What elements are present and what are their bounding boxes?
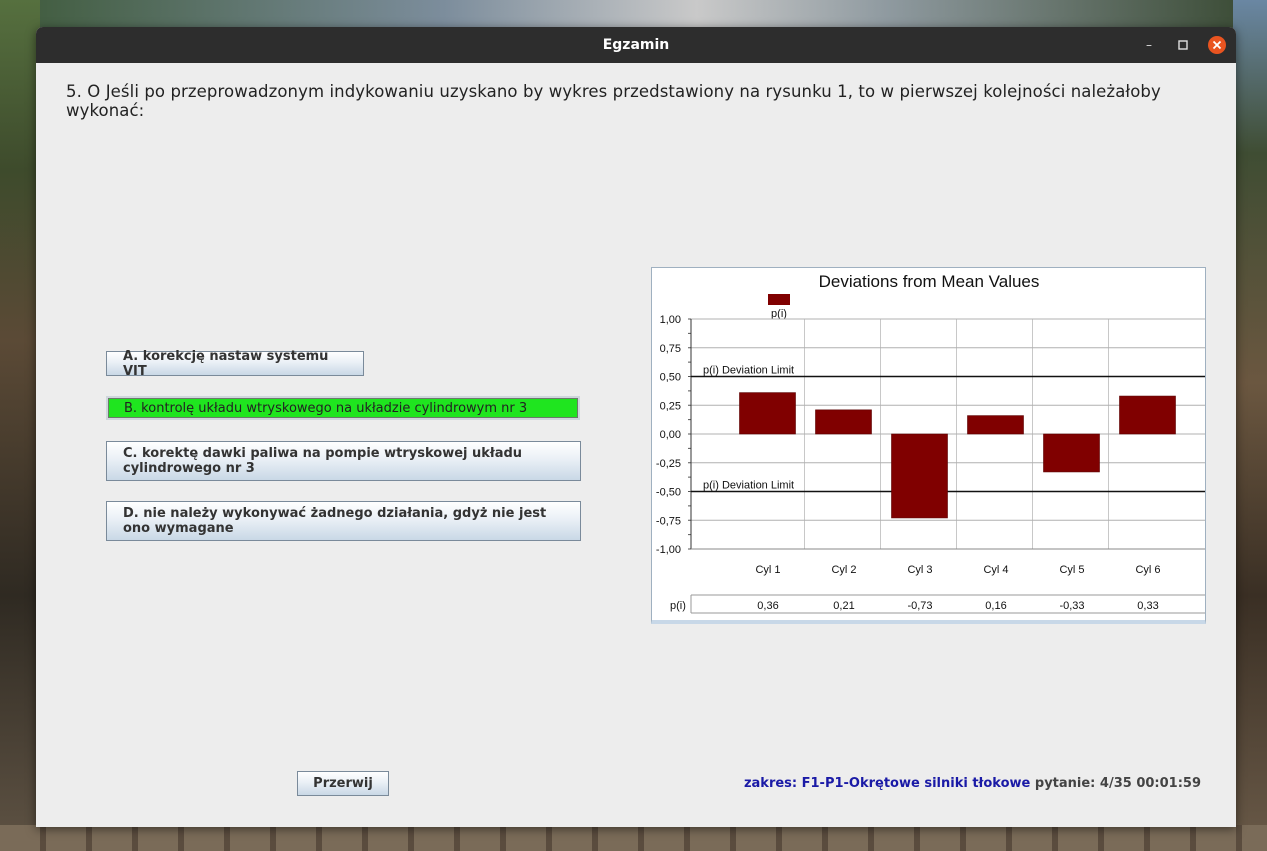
legend-swatch bbox=[768, 294, 790, 305]
y-tick-label: -0,25 bbox=[656, 458, 681, 470]
exam-window: Egzamin – 5. O Jeśli po przeprowadzonym … bbox=[36, 27, 1236, 827]
close-x-icon bbox=[1212, 40, 1222, 50]
y-tick-label: 0,50 bbox=[660, 372, 681, 384]
bar-cyl-1 bbox=[739, 392, 796, 435]
y-tick-label: 0,25 bbox=[660, 400, 681, 412]
status-bar: zakres: F1-P1-Okrętowe silniki tłokowe p… bbox=[744, 776, 1201, 791]
deviation-chart: Deviations from Mean Values p(i) 1,00 0,75 0… bbox=[651, 267, 1206, 624]
table-value-cell: 0,33 bbox=[1137, 600, 1158, 612]
y-tick-label: 0,75 bbox=[660, 343, 681, 355]
bar-cyl-5 bbox=[1043, 433, 1100, 473]
y-tick-label: -0,50 bbox=[656, 487, 681, 499]
table-value-cell: 0,36 bbox=[757, 600, 778, 612]
deviation-limit-label: p(i) Deviation Limit bbox=[703, 365, 794, 377]
y-tick-label: -1,00 bbox=[656, 544, 681, 556]
y-tick-label: 1,00 bbox=[660, 314, 681, 326]
x-tick-label: Cyl 6 bbox=[1135, 564, 1160, 576]
answer-a-button[interactable]: A. korekcję nastaw systemu VIT bbox=[106, 348, 364, 379]
window-title: Egzamin bbox=[602, 37, 670, 53]
bar-cyl-6 bbox=[1119, 395, 1176, 435]
bar-cyl-4 bbox=[967, 415, 1024, 435]
answer-c-label: C. korektę dawki paliwa na pompie wtrysk… bbox=[123, 446, 523, 476]
x-tick-label: Cyl 4 bbox=[983, 564, 1008, 576]
y-tick-label: 0,00 bbox=[660, 429, 681, 441]
bar-cyl-2 bbox=[815, 409, 872, 435]
title-bar[interactable]: Egzamin – bbox=[36, 27, 1236, 63]
x-tick-label: Cyl 2 bbox=[831, 564, 856, 576]
table-value-cell: 0,16 bbox=[985, 600, 1006, 612]
close-icon[interactable] bbox=[1208, 36, 1226, 54]
desktop-background-right bbox=[1233, 0, 1267, 851]
scope-text: zakres: F1-P1-Okrętowe silniki tłokowe bbox=[743, 776, 1031, 791]
answer-d-button[interactable]: D. nie należy wykonywać żadnego działani… bbox=[106, 501, 581, 541]
table-value-cell: 0,21 bbox=[833, 600, 854, 612]
x-tick-label: Cyl 3 bbox=[907, 564, 932, 576]
answer-b-label: B. kontrolę układu wtryskowego na układz… bbox=[124, 400, 528, 416]
legend-label: p(i) bbox=[771, 308, 787, 320]
answer-b-button[interactable]: B. kontrolę układu wtryskowego na układz… bbox=[106, 396, 580, 420]
deviation-chart-svg: Deviations from Mean Values p(i) 1,00 0,75 0… bbox=[656, 272, 1205, 614]
table-value-cell: -0,33 bbox=[1059, 600, 1084, 612]
maximize-square-icon bbox=[1178, 40, 1188, 50]
question-text: 5. O Jeśli po przeprowadzonym indykowani… bbox=[66, 82, 1161, 120]
answer-a-label: A. korekcję nastaw systemu VIT bbox=[123, 348, 329, 379]
chart-title: Deviations from Mean Values bbox=[819, 272, 1040, 291]
y-tick-label: -0,75 bbox=[656, 515, 681, 527]
deviation-limit-label: p(i) Deviation Limit bbox=[703, 480, 794, 492]
stop-button[interactable]: Przerwij bbox=[297, 771, 389, 796]
desktop-background-bottom bbox=[0, 825, 1267, 851]
bar-cyl-3 bbox=[891, 433, 948, 519]
answer-d-label: D. nie należy wykonywać żadnego działani… bbox=[123, 506, 547, 536]
maximize-icon[interactable] bbox=[1174, 36, 1192, 54]
table-row-label: p(i) bbox=[670, 600, 686, 612]
progress-text: pytanie: 4/35 00:01:59 bbox=[1034, 776, 1201, 791]
table-value-cell: -0,73 bbox=[907, 600, 932, 612]
x-tick-label: Cyl 1 bbox=[755, 564, 780, 576]
answer-c-button[interactable]: C. korektę dawki paliwa na pompie wtrysk… bbox=[106, 441, 581, 481]
x-tick-label: Cyl 5 bbox=[1059, 564, 1084, 576]
desktop-background-top bbox=[0, 0, 1267, 28]
minimize-icon[interactable]: – bbox=[1140, 36, 1158, 54]
desktop-background-left bbox=[0, 0, 40, 851]
